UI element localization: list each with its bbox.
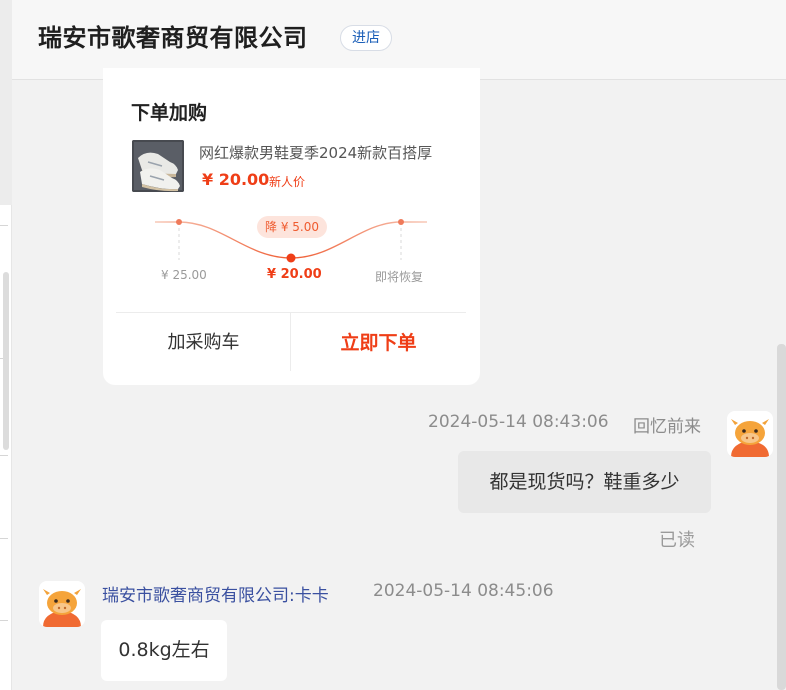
cow-avatar-icon[interactable] (727, 411, 773, 457)
order-card-title: 下单加购 (131, 102, 208, 124)
left-scrollbar[interactable] (3, 272, 9, 450)
trend-label-now: ¥ 20.00 (267, 267, 322, 282)
price-drop-badge: 降 ¥ 5.00 (257, 216, 327, 238)
shop-name[interactable]: 瑞安市歌奢商贸有限公司 (38, 20, 308, 56)
read-status: 已读 (659, 530, 695, 551)
incoming-message-bubble[interactable]: 0.8kg左右 (101, 620, 227, 681)
outgoing-message-bubble[interactable]: 都是现货吗？鞋重多少 (458, 451, 711, 513)
order-card: 下单加购 网红爆款男鞋夏季2024新款百搭厚 ¥ 20.00 新人价 降 ¥ 5… (103, 68, 480, 385)
price-tag: 新人价 (269, 175, 306, 189)
product-name[interactable]: 网红爆款男鞋夏季2024新款百搭厚 (199, 142, 453, 163)
message-sender-name: 回忆前来 (633, 417, 701, 437)
cow-avatar-icon[interactable] (39, 581, 85, 627)
product-price: ¥ 20.00 (202, 170, 270, 189)
message-timestamp: 2024-05-14 08:43:06 (428, 412, 609, 432)
chat-scrollbar[interactable] (777, 344, 786, 690)
order-now-button[interactable]: 立即下单 (291, 313, 466, 373)
incoming-sender-name[interactable]: 瑞安市歌奢商贸有限公司:卡卡 (102, 581, 329, 606)
trend-label-after: 即将恢复 (375, 270, 424, 284)
add-to-cart-button[interactable]: 加采购车 (116, 313, 291, 373)
trend-label-before: ¥ 25.00 (161, 268, 207, 282)
product-thumbnail[interactable] (132, 140, 184, 192)
enter-shop-button[interactable]: 进店 (340, 25, 392, 51)
message-timestamp: 2024-05-14 08:45:06 (373, 581, 554, 601)
